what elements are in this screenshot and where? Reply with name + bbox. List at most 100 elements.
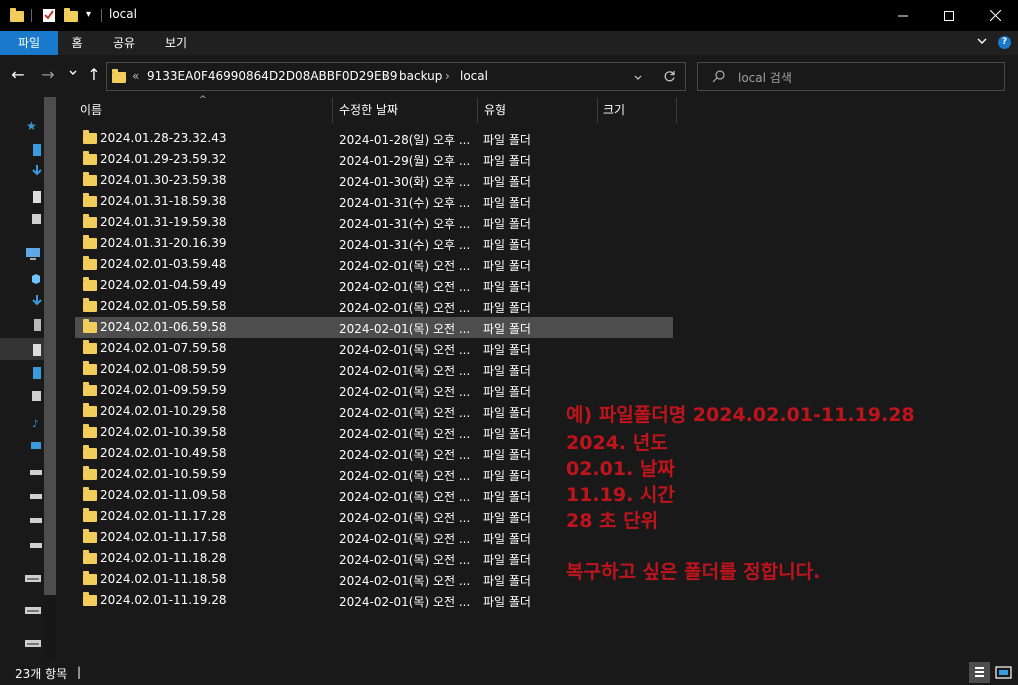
column-divider[interactable] <box>477 98 478 123</box>
address-dropdown-chevron-icon[interactable] <box>633 72 643 86</box>
help-icon[interactable]: ? <box>998 36 1011 49</box>
tab-share[interactable]: 공유 <box>100 31 148 55</box>
file-row[interactable]: 2024.02.01-08.59.59 2024-02-01(목) 오전 ... 파… <box>75 359 673 380</box>
folder-icon <box>83 382 97 396</box>
file-date: 2024-02-01(목) 오전 ... <box>339 490 469 504</box>
file-row[interactable]: 2024.01.28-23.32.43 2024-01-28(일) 오후 ... 파… <box>75 128 673 149</box>
documents-icon[interactable] <box>34 319 41 331</box>
file-name: 2024.01.30-23.59.38 <box>100 173 227 187</box>
breadcrumb-item-guid[interactable]: 9133EA0F46990864D2D08ABBF0D29EB9 <box>147 69 398 83</box>
file-row[interactable]: 2024.01.29-23.59.32 2024-01-29(월) 오후 ... 파… <box>75 149 673 170</box>
desktop-icon[interactable] <box>33 367 41 379</box>
column-divider[interactable] <box>597 98 598 123</box>
folder-icon <box>83 235 97 249</box>
network-drive-icon[interactable] <box>25 637 41 649</box>
search-box[interactable]: local 검색 <box>697 62 1005 91</box>
file-type: 파일 폴더 <box>483 574 531 588</box>
file-row[interactable]: 2024.02.01-06.59.58 2024-02-01(목) 오전 ... 파… <box>75 317 673 338</box>
3d-objects-icon[interactable] <box>31 273 43 285</box>
expand-ribbon-chevron-icon[interactable] <box>976 35 988 50</box>
file-name: 2024.02.01-05.59.58 <box>100 299 227 313</box>
drive-icon[interactable] <box>30 538 42 550</box>
file-row[interactable]: 2024.02.01-04.59.49 2024-02-01(목) 오전 ... 파… <box>75 275 673 296</box>
column-divider[interactable] <box>676 98 677 123</box>
search-placeholder: local 검색 <box>738 71 792 85</box>
tab-home[interactable]: 홈 <box>58 31 96 55</box>
recent-locations-chevron-icon[interactable] <box>63 65 83 85</box>
downloads-icon[interactable] <box>32 295 44 307</box>
drive-icon[interactable] <box>30 465 42 477</box>
file-date: 2024-02-01(목) 오전 ... <box>339 574 469 588</box>
file-date: 2024-01-29(월) 오후 ... <box>339 154 469 168</box>
up-button[interactable]: ↑ <box>84 65 104 85</box>
forward-button[interactable]: → <box>38 65 58 85</box>
file-date: 2024-01-28(일) 오후 ... <box>339 133 469 147</box>
folder-icon <box>83 193 97 207</box>
column-header-date[interactable]: 수정한 날짜 <box>339 97 477 123</box>
downloads-icon[interactable] <box>32 165 44 177</box>
maximize-button[interactable] <box>926 0 972 31</box>
file-type: 파일 폴더 <box>483 364 531 378</box>
file-row[interactable]: 2024.01.31-19.59.38 2024-01-31(수) 오후 ... 파… <box>75 212 673 233</box>
item-count: 23개 항목 <box>15 667 68 681</box>
breadcrumb-separator[interactable]: › <box>445 69 450 83</box>
file-date: 2024-02-01(목) 오전 ... <box>339 364 469 378</box>
properties-icon[interactable] <box>42 7 56 24</box>
network-drive-icon[interactable] <box>25 572 41 584</box>
videos-icon[interactable] <box>31 439 43 451</box>
breadcrumb-item-local: local <box>460 69 488 83</box>
column-divider[interactable] <box>332 98 333 123</box>
file-type: 파일 폴더 <box>483 238 531 252</box>
file-name: 2024.02.01-10.49.58 <box>100 446 227 460</box>
refresh-icon[interactable] <box>663 70 676 86</box>
file-row[interactable]: 2024.02.01-03.59.48 2024-02-01(목) 오전 ... 파… <box>75 254 673 275</box>
file-row[interactable]: 2024.01.30-23.59.38 2024-01-30(화) 오후 ... 파… <box>75 170 673 191</box>
file-row[interactable]: 2024.02.01-09.59.59 2024-02-01(목) 오전 ... 파… <box>75 380 673 401</box>
address-bar[interactable]: « 9133EA0F46990864D2D08ABBF0D29EB9 › bac… <box>106 62 686 91</box>
window-title: local <box>109 7 137 21</box>
minimize-button[interactable] <box>880 0 926 31</box>
nav-scrollbar-thumb[interactable] <box>44 97 56 595</box>
pictures-icon[interactable] <box>32 391 41 401</box>
drive-icon[interactable] <box>30 489 42 501</box>
column-header-name[interactable]: 이름 <box>80 97 330 123</box>
status-cursor: | <box>77 665 82 679</box>
folder-icon <box>83 529 97 543</box>
documents-icon[interactable] <box>33 344 41 356</box>
folder-icon <box>83 214 97 228</box>
documents-icon[interactable] <box>33 191 41 203</box>
file-row[interactable]: 2024.01.31-20.16.39 2024-01-31(수) 오후 ... 파… <box>75 233 673 254</box>
file-type: 파일 폴더 <box>483 343 531 357</box>
music-icon[interactable]: ♪ <box>32 419 44 431</box>
large-icons-view-icon[interactable] <box>993 662 1014 683</box>
breadcrumb-overflow[interactable]: « <box>132 69 139 83</box>
file-type: 파일 폴더 <box>483 595 531 609</box>
breadcrumb-separator[interactable]: › <box>383 69 388 83</box>
details-view-icon[interactable] <box>969 662 990 683</box>
file-type: 파일 폴더 <box>483 259 531 273</box>
file-row[interactable]: 2024.02.01-07.59.58 2024-02-01(목) 오전 ... 파… <box>75 338 673 359</box>
breadcrumb-item-backup[interactable]: backup <box>399 69 442 83</box>
file-row[interactable]: 2024.02.01-05.59.58 2024-02-01(목) 오전 ... 파… <box>75 296 673 317</box>
close-button[interactable] <box>972 0 1018 31</box>
title-bar: ▾ local <box>0 0 1018 31</box>
this-pc-icon[interactable] <box>25 247 40 260</box>
new-folder-icon[interactable] <box>64 7 78 24</box>
tab-view[interactable]: 보기 <box>152 31 200 55</box>
pictures-icon[interactable] <box>32 214 41 224</box>
file-name: 2024.02.01-07.59.58 <box>100 341 227 355</box>
back-button[interactable]: ← <box>8 65 28 85</box>
file-row[interactable]: 2024.01.31-18.59.38 2024-01-31(수) 오후 ... 파… <box>75 191 673 212</box>
folder-icon <box>83 592 97 606</box>
tab-file[interactable]: 파일 <box>0 31 58 55</box>
column-header-type[interactable]: 유형 <box>484 97 594 123</box>
network-drive-icon[interactable] <box>25 604 41 616</box>
file-row[interactable]: 2024.02.01-11.19.28 2024-02-01(목) 오전 ... 파… <box>75 590 673 611</box>
customize-quick-access-icon[interactable]: ▾ <box>86 9 91 20</box>
drive-icon[interactable] <box>30 513 42 525</box>
column-header-size[interactable]: 크기 <box>603 97 673 123</box>
quick-access-star-icon[interactable]: ★ <box>26 119 38 133</box>
file-date: 2024-02-01(목) 오전 ... <box>339 322 469 336</box>
file-type: 파일 폴더 <box>483 154 531 168</box>
desktop-icon[interactable] <box>33 144 41 156</box>
